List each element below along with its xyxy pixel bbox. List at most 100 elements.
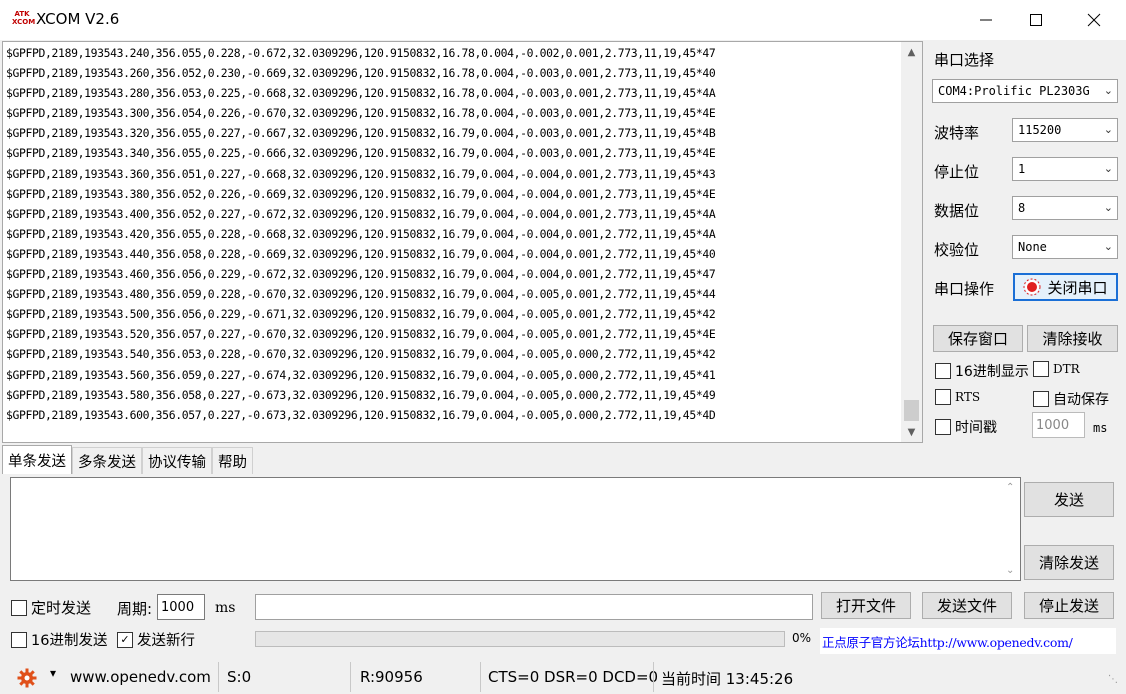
receive-line: $GPFPD,2189,193543.320,356.055,0.227,-0.… — [6, 126, 716, 141]
receive-line: $GPFPD,2189,193543.580,356.058,0.227,-0.… — [6, 387, 716, 402]
stop-bits-value: 1 — [1018, 162, 1026, 176]
baud-value: 115200 — [1018, 123, 1062, 137]
scroll-down-icon[interactable]: ⌄ — [1006, 565, 1014, 576]
tab-multi-send[interactable]: 多条发送 — [72, 447, 142, 474]
port-status-icon — [1023, 278, 1041, 296]
receive-line: $GPFPD,2189,193543.500,356.056,0.229,-0.… — [6, 307, 716, 322]
title-bar: ATK XCOM XCOM V2.6 — [0, 0, 1126, 40]
send-textarea[interactable]: ⌃ ⌄ — [10, 477, 1021, 581]
minimize-button[interactable] — [958, 0, 1014, 40]
receive-line: $GPFPD,2189,193543.560,356.059,0.227,-0.… — [6, 367, 716, 382]
chevron-down-icon: ⌄ — [1103, 123, 1113, 136]
receive-area[interactable]: $GPFPD,2189,193543.240,356.055,0.228,-0.… — [2, 41, 923, 443]
data-bits-select[interactable]: 8 ⌄ — [1012, 196, 1118, 220]
receive-text: $GPFPD,2189,193543.240,356.055,0.228,-0.… — [6, 43, 898, 425]
checkbox-box[interactable] — [1033, 391, 1049, 407]
stop-bits-label: 停止位 — [934, 163, 980, 181]
stop-bits-select[interactable]: 1 ⌄ — [1012, 157, 1118, 181]
period-unit: ms — [215, 600, 236, 616]
send-file-button[interactable]: 发送文件 — [922, 592, 1012, 619]
dtr-checkbox[interactable]: DTR — [1033, 361, 1080, 377]
open-file-button[interactable]: 打开文件 — [821, 592, 911, 619]
tab-single-send[interactable]: 单条发送 — [2, 445, 72, 474]
hex-send-label: 16进制发送 — [31, 633, 108, 649]
close-port-label: 关闭串口 — [1047, 278, 1108, 297]
forum-link[interactable]: 正点原子官方论坛http://www.openedv.com/ — [820, 628, 1116, 654]
forum-link-text: 正点原子官方论坛http://www.openedv.com/ — [822, 634, 1073, 650]
tab-protocol[interactable]: 协议传输 — [142, 447, 212, 474]
data-bits-label: 数据位 — [934, 202, 980, 220]
receive-line: $GPFPD,2189,193543.360,356.051,0.227,-0.… — [6, 166, 716, 181]
status-sent: S:0 — [227, 668, 252, 686]
receive-line: $GPFPD,2189,193543.600,356.057,0.227,-0.… — [6, 407, 716, 422]
status-received: R:90956 — [360, 668, 423, 686]
parity-select[interactable]: None ⌄ — [1012, 235, 1118, 259]
auto-save-label: 自动保存 — [1053, 392, 1109, 408]
scroll-up-icon[interactable]: ▲ — [901, 42, 922, 62]
checkbox-box[interactable] — [1033, 361, 1049, 377]
app-logo: ATK XCOM — [12, 10, 36, 26]
chevron-down-icon: ⌄ — [1103, 201, 1113, 214]
timestamp-checkbox[interactable]: 时间戳 — [935, 417, 997, 437]
period-label: 周期: — [117, 600, 153, 618]
period-input[interactable]: 1000 — [157, 594, 205, 620]
close-icon — [1087, 13, 1101, 27]
receive-scrollbar[interactable]: ▲ ▼ — [901, 42, 922, 442]
scroll-down-icon[interactable]: ▼ — [901, 422, 922, 442]
rts-label: RTS — [955, 390, 981, 404]
hex-send-checkbox[interactable]: 16进制发送 — [11, 629, 107, 650]
checkbox-box[interactable]: ✓ — [117, 631, 133, 648]
tab-help[interactable]: 帮助 — [212, 447, 253, 474]
timed-send-checkbox[interactable]: 定时发送 — [11, 597, 91, 618]
send-scrollbar[interactable]: ⌃ ⌄ — [1002, 478, 1020, 580]
progress-percent: 0% — [792, 631, 812, 645]
scroll-thumb[interactable] — [904, 400, 919, 421]
maximize-icon — [1030, 14, 1042, 26]
chevron-down-icon: ⌄ — [1103, 162, 1113, 175]
port-label: 串口选择 — [934, 51, 995, 69]
receive-line: $GPFPD,2189,193543.300,356.054,0.226,-0.… — [6, 106, 716, 121]
port-value: COM4:Prolific PL2303G — [938, 84, 1090, 98]
scroll-up-icon[interactable]: ⌃ — [1006, 482, 1014, 493]
checkbox-box[interactable] — [11, 599, 27, 616]
send-newline-checkbox[interactable]: ✓ 发送新行 — [117, 629, 195, 650]
hex-display-label: 16进制显示 — [955, 364, 1029, 380]
chevron-down-icon: ⌄ — [1103, 240, 1113, 253]
checkbox-box[interactable] — [11, 631, 27, 648]
timestamp-input[interactable]: 1000 — [1032, 412, 1085, 438]
receive-line: $GPFPD,2189,193543.440,356.058,0.228,-0.… — [6, 246, 716, 261]
checkbox-box[interactable] — [935, 389, 951, 405]
minimize-icon — [980, 19, 992, 21]
resize-grip-icon[interactable]: ⋱ — [1108, 674, 1118, 685]
settings-gear-icon[interactable] — [17, 668, 37, 688]
receive-line: $GPFPD,2189,193543.520,356.057,0.227,-0.… — [6, 327, 716, 342]
receive-line: $GPFPD,2189,193543.340,356.055,0.225,-0.… — [6, 146, 716, 161]
close-window-button[interactable] — [1066, 0, 1122, 40]
clear-receive-button[interactable]: 清除接收 — [1027, 325, 1118, 352]
stop-send-button[interactable]: 停止发送 — [1024, 592, 1114, 619]
checkbox-box[interactable] — [935, 363, 951, 379]
baud-select[interactable]: 115200 ⌄ — [1012, 118, 1118, 142]
data-bits-value: 8 — [1018, 201, 1026, 215]
auto-save-checkbox[interactable]: 自动保存 — [1033, 389, 1109, 409]
baud-label: 波特率 — [934, 124, 980, 142]
maximize-button[interactable] — [1008, 0, 1064, 40]
send-progress-bar — [255, 631, 785, 647]
chevron-down-icon: ⌄ — [1103, 84, 1113, 97]
send-button[interactable]: 发送 — [1024, 482, 1114, 517]
dropdown-arrow-icon[interactable]: ▾ — [50, 666, 56, 680]
port-select[interactable]: COM4:Prolific PL2303G ⌄ — [932, 79, 1118, 103]
receive-line: $GPFPD,2189,193543.400,356.052,0.227,-0.… — [6, 206, 716, 221]
receive-line: $GPFPD,2189,193543.260,356.052,0.230,-0.… — [6, 66, 716, 81]
window-title: XCOM V2.6 — [36, 10, 120, 28]
close-port-button[interactable]: 关闭串口 — [1013, 273, 1118, 301]
clear-send-button[interactable]: 清除发送 — [1024, 545, 1114, 580]
save-window-button[interactable]: 保存窗口 — [933, 325, 1023, 352]
receive-line: $GPFPD,2189,193543.460,356.056,0.229,-0.… — [6, 267, 716, 282]
checkbox-box[interactable] — [935, 419, 951, 435]
hex-display-checkbox[interactable]: 16进制显示 — [935, 361, 1029, 381]
status-bar: ▾ www.openedv.com S:0 R:90956 CTS=0 DSR=… — [0, 660, 1126, 694]
port-op-label: 串口操作 — [934, 280, 995, 298]
rts-checkbox[interactable]: RTS — [935, 389, 980, 405]
file-path-input[interactable] — [255, 594, 813, 620]
